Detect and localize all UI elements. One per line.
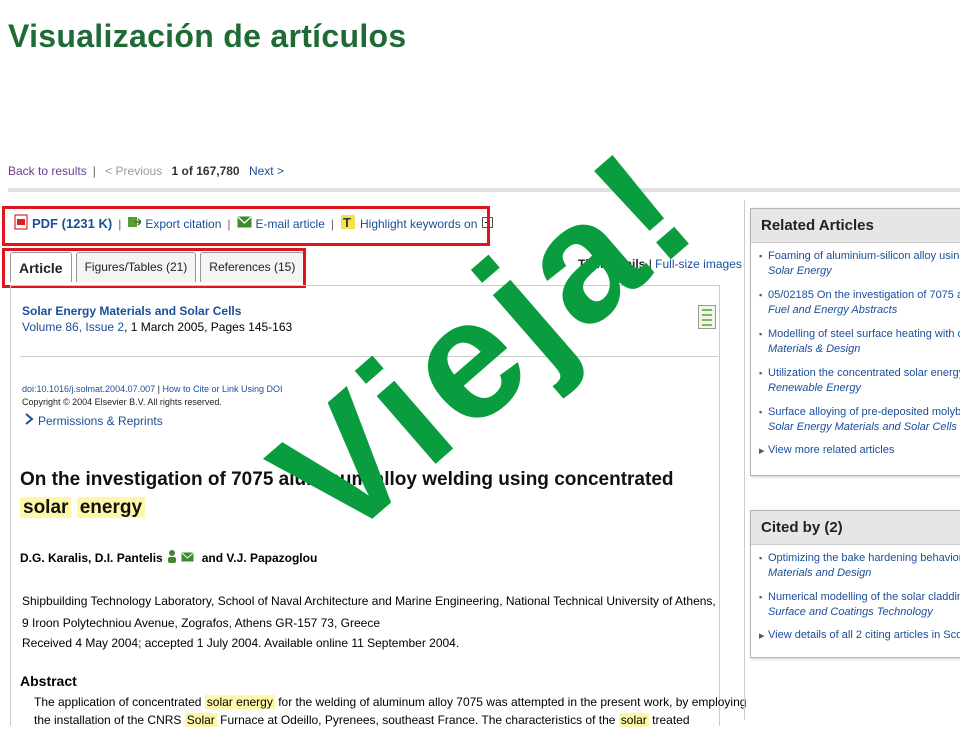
cited-by-heading: Cited by (2) — [751, 511, 960, 545]
citing-article-item[interactable]: Numerical modelling of the solar claddin… — [759, 590, 960, 620]
nav-separator: | — [92, 164, 96, 178]
related-articles-panel: Related Articles Foaming of aluminium-si… — [750, 208, 960, 476]
highlighted-keyword: energy — [76, 497, 146, 518]
citing-article-item[interactable]: Optimizing the bake hardening behavior o… — [759, 551, 960, 581]
journal-cover-icon[interactable] — [698, 305, 716, 329]
received-dates: Received 4 May 2004; accepted 1 July 200… — [22, 636, 460, 650]
previous-link[interactable]: < Previous — [105, 164, 162, 178]
highlighted-keyword: solar — [20, 497, 72, 518]
cited-by-panel: Cited by (2) Optimizing the bake hardeni… — [750, 510, 960, 658]
journal-info: Solar Energy Materials and Solar Cells V… — [22, 304, 293, 334]
next-link[interactable]: Next > — [249, 164, 284, 178]
view-citing-articles-link[interactable]: View details of all 2 citing articles in… — [759, 629, 960, 642]
tabs-highlight-box — [2, 248, 306, 288]
related-article-item[interactable]: 05/02185 On the investigation of 7075 al… — [759, 288, 960, 318]
highlighted-keyword: solar — [618, 713, 649, 727]
article-meta: doi:10.1016/j.solmat.2004.07.007 | How t… — [22, 384, 283, 407]
nav-divider — [8, 188, 960, 192]
permissions-row: Permissions & Reprints — [24, 413, 163, 428]
result-count: 1 of 167,780 — [171, 164, 240, 178]
doi-link[interactable]: doi:10.1016/j.solmat.2004.07.007 — [22, 384, 155, 394]
highlighted-keyword: Solar — [184, 713, 217, 727]
column-separator — [744, 200, 745, 720]
how-to-cite-link[interactable]: How to Cite or Link Using DOI — [162, 384, 282, 394]
volume-issue-link[interactable]: Volume 86, Issue 2 — [22, 320, 124, 334]
related-article-item[interactable]: Surface alloying of pre-deposited molybd… — [759, 405, 960, 435]
back-to-results-link[interactable]: Back to results — [8, 164, 87, 178]
toolbar-highlight-box — [2, 206, 490, 246]
related-articles-heading: Related Articles — [751, 209, 960, 243]
view-more-related-link[interactable]: View more related articles — [759, 444, 960, 457]
affiliation: Shipbuilding Technology Laboratory, Scho… — [22, 594, 716, 630]
related-article-item[interactable]: Foaming of aluminium-silicon alloy using… — [759, 249, 960, 279]
highlighted-keyword: solar energy — [204, 695, 275, 709]
author-profile-icon[interactable] — [167, 549, 177, 566]
permissions-reprints-link[interactable]: Permissions & Reprints — [38, 414, 163, 428]
result-navigation: Back to results | < Previous 1 of 167,780… — [8, 164, 284, 178]
copyright-text: Copyright © 2004 Elsevier B.V. All right… — [22, 397, 222, 407]
email-icon[interactable] — [181, 551, 194, 565]
abstract-heading: Abstract — [20, 673, 77, 689]
related-article-item[interactable]: Modelling of steel surface heating with … — [759, 327, 960, 357]
chevron-right-icon — [24, 413, 34, 428]
slide-title: Visualización de artículos — [8, 18, 407, 54]
abstract-text: The application of concentrated solar en… — [34, 695, 747, 727]
journal-name-link[interactable]: Solar Energy Materials and Solar Cells — [22, 304, 241, 318]
authors-names: D.G. Karalis, D.I. Pantelis — [20, 550, 163, 565]
related-article-item[interactable]: Utilization the concentrated solar energ… — [759, 366, 960, 396]
authors-line: D.G. Karalis, D.I. Pantelis and V.J. Pap… — [20, 549, 317, 566]
authors-names-rest: and V.J. Papazoglou — [201, 550, 318, 565]
